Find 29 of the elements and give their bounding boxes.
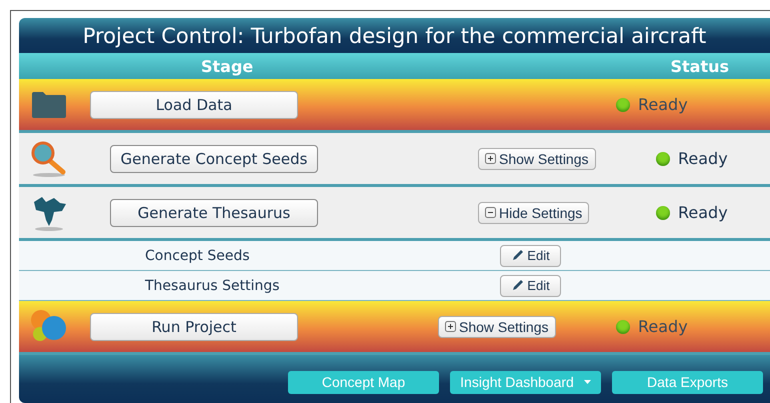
edit-button[interactable]: Edit <box>500 274 561 296</box>
status-dot <box>656 152 670 166</box>
minus-icon <box>485 207 496 218</box>
status-text: Ready <box>638 95 688 114</box>
status-text: Ready <box>678 149 728 168</box>
status-dot <box>616 98 630 112</box>
caret-icon <box>584 380 591 384</box>
settings-toggle-button[interactable]: Show Settings <box>478 148 596 170</box>
status-dot <box>616 320 630 334</box>
stage-button[interactable]: Load Data <box>90 90 298 118</box>
column-header: Status <box>670 56 729 76</box>
stage-button[interactable]: Run Project <box>90 312 298 340</box>
setting-label: Thesaurus Settings <box>144 278 281 294</box>
column-header: Stage <box>201 56 254 76</box>
setting-label: Concept Seeds <box>144 248 251 264</box>
plus-icon <box>445 321 456 332</box>
stage-button[interactable]: Generate Concept Seeds <box>110 144 318 172</box>
settings-toggle-button[interactable]: Hide Settings <box>478 202 590 224</box>
pencil-icon <box>511 249 524 262</box>
window-title: Project Control: Turbofan design for the commercial aircraft <box>82 24 706 48</box>
status-text: Ready <box>638 317 688 336</box>
status-text: Ready <box>678 203 728 222</box>
stage-button[interactable]: Generate Thesaurus <box>110 198 318 226</box>
folder-icon <box>31 90 67 118</box>
settings-toggle-button[interactable]: Show Settings <box>438 316 556 338</box>
status-dot <box>656 206 670 220</box>
edit-button[interactable]: Edit <box>500 244 561 266</box>
plus-icon <box>485 153 496 164</box>
pencil-icon <box>511 279 524 292</box>
